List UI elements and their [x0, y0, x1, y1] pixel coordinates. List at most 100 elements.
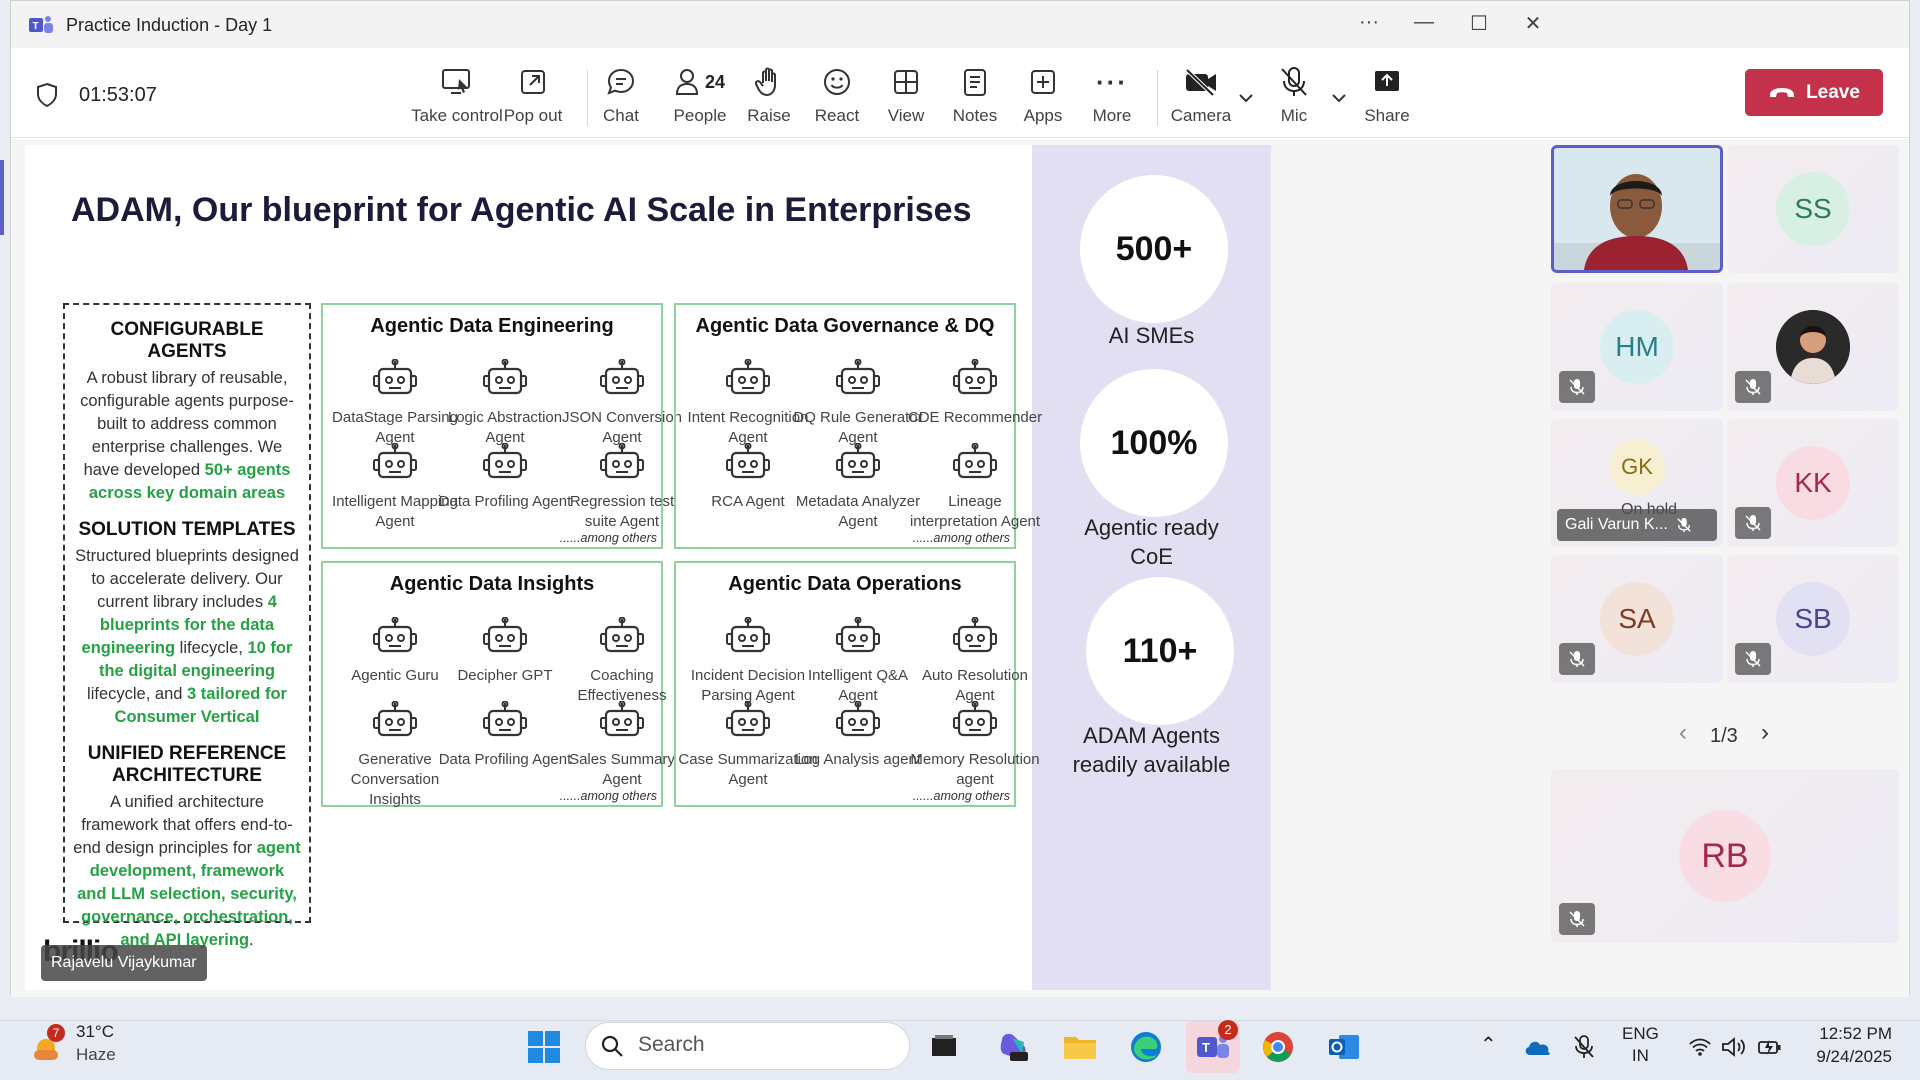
participant-tile[interactable]: HM	[1551, 283, 1723, 411]
clock[interactable]: 12:52 PM 9/24/2025	[1796, 1024, 1892, 1067]
robot-icon	[836, 700, 880, 737]
task-view-button[interactable]	[922, 1025, 966, 1069]
muted-mic-icon	[1735, 371, 1771, 403]
robot-icon	[600, 442, 644, 479]
agent-item: Memory Resolution agent	[905, 700, 1045, 790]
stats-panel: 500+ AI SMEs 100% Agentic ready CoE 110+…	[1032, 145, 1271, 990]
muted-mic-icon	[1559, 643, 1595, 675]
battery-button[interactable]	[1748, 1025, 1792, 1069]
stat-label: ADAM Agents readily available	[1072, 723, 1231, 777]
pop-out-icon	[521, 70, 545, 94]
ellipsis-icon: ···	[1096, 66, 1128, 97]
category-title: Agentic Data Operations	[728, 573, 962, 595]
more-button[interactable]: ··· More	[1062, 62, 1162, 132]
start-button[interactable]	[522, 1025, 566, 1069]
participant-tile-large[interactable]: RB	[1551, 769, 1899, 943]
maximize-button[interactable]: ☐	[1459, 11, 1499, 36]
among-others-note: ......among others	[559, 531, 657, 545]
robot-icon	[726, 358, 770, 395]
stat-value: 110+	[1086, 577, 1234, 725]
robot-icon	[836, 358, 880, 395]
onedrive-button[interactable]	[1516, 1025, 1560, 1069]
robot-icon	[836, 616, 880, 653]
take-control-icon	[442, 69, 470, 94]
muted-mic-icon	[1559, 903, 1595, 935]
sidebar-accent	[0, 160, 4, 235]
robot-icon	[953, 616, 997, 653]
chrome-icon	[1263, 1032, 1293, 1062]
m365-copilot-icon	[1000, 1033, 1028, 1061]
outlook-icon	[1329, 1035, 1359, 1059]
file-explorer-button[interactable]	[1058, 1025, 1102, 1069]
solution-templates-text: Structured blueprints designed to accele…	[75, 547, 299, 726]
search-icon	[601, 1035, 623, 1057]
robot-icon	[483, 442, 527, 479]
robot-icon	[600, 700, 644, 737]
teams-meeting-window: T Practice Induction - Day 1 ··· — ☐ ✕ 0…	[10, 0, 1910, 997]
stat-value: 100%	[1080, 369, 1228, 517]
minimize-button[interactable]: —	[1404, 11, 1444, 34]
edge-browser-button[interactable]	[1124, 1025, 1168, 1069]
mic-off-icon	[1281, 67, 1307, 96]
tray-mic-muted-button[interactable]	[1562, 1025, 1606, 1069]
presenter-name-tag: Rajavelu Vijaykumar	[41, 945, 207, 981]
pager-next-icon[interactable]: ›	[1761, 719, 1769, 747]
unified-architecture-text: A unified architecture framework that of…	[73, 793, 301, 949]
close-button[interactable]: ✕	[1513, 11, 1553, 36]
notification-badge: 7	[47, 1024, 65, 1042]
edge-icon	[1131, 1032, 1161, 1062]
participant-tile[interactable]: KK	[1727, 419, 1899, 547]
show-hidden-icons-chevron[interactable]: ⌃	[1480, 1032, 1497, 1057]
agent-name: Regression test suite Agent	[569, 493, 675, 530]
task-view-icon	[932, 1035, 956, 1056]
outlook-app-button[interactable]	[1322, 1025, 1366, 1069]
avatar: GK	[1609, 439, 1665, 495]
pager-prev-icon[interactable]: ‹	[1679, 719, 1687, 747]
chrome-browser-button[interactable]	[1256, 1025, 1300, 1069]
robot-icon	[953, 358, 997, 395]
share-button[interactable]: Share	[1337, 62, 1437, 132]
svg-text:T: T	[33, 21, 39, 32]
agent-name: Lineage interpretation Agent	[909, 493, 1041, 530]
participant-video-tile[interactable]	[1551, 145, 1723, 273]
agent-name: JSON Conversion Agent	[561, 409, 683, 446]
svg-text:T: T	[1202, 1040, 1210, 1055]
participant-tile[interactable]	[1727, 283, 1899, 411]
agent-item: Regression test suite Agent	[552, 442, 692, 532]
more-options-icon[interactable]: ···	[1349, 11, 1389, 34]
avatar: SA	[1600, 582, 1674, 656]
unified-architecture-heading: UNIFIED REFERENCE ARCHITECTURE	[87, 743, 287, 786]
avatar: SB	[1776, 582, 1850, 656]
muted-mic-icon	[1735, 507, 1771, 539]
agent-name: Auto Resolution Agent	[922, 667, 1028, 704]
robot-icon	[373, 700, 417, 737]
participant-tile[interactable]: SA	[1551, 555, 1723, 683]
slide-title: ADAM, Our blueprint for Agentic AI Scale…	[71, 191, 972, 229]
stat-label: AI SMEs	[1108, 323, 1195, 348]
robot-icon	[483, 358, 527, 395]
language-indicator[interactable]: ENG IN	[1622, 1024, 1659, 1066]
taskbar-search-box[interactable]	[585, 1022, 910, 1070]
participant-tile[interactable]: SB	[1727, 555, 1899, 683]
title-bar: T Practice Induction - Day 1 ··· — ☐ ✕	[11, 1, 1909, 48]
shield-icon	[37, 82, 57, 108]
agent-category-panel: Agentic Data Operations Incident Decision…	[674, 561, 1040, 807]
leave-button[interactable]: Leave	[1745, 69, 1883, 116]
teams-notification-badge: 2	[1218, 1020, 1238, 1040]
robot-icon	[726, 442, 770, 479]
robot-icon	[373, 442, 417, 479]
wifi-icon	[1689, 1038, 1711, 1056]
participant-tile[interactable]: SS	[1727, 145, 1899, 273]
agent-category-panel: Agentic Data Governance & DQ Intent Recog…	[674, 303, 1042, 549]
participant-name-tag: Gali Varun K...	[1557, 509, 1717, 541]
weather-temperature: 31°C	[76, 1022, 114, 1041]
avatar: KK	[1776, 446, 1850, 520]
battery-charging-icon	[1758, 1040, 1781, 1055]
robot-icon	[836, 442, 880, 479]
m365-app-button[interactable]	[991, 1025, 1035, 1069]
raise-hand-icon	[755, 67, 776, 97]
pop-out-button[interactable]: Pop out	[483, 62, 583, 132]
participant-tile[interactable]: GK On hold Gali Varun K...	[1551, 419, 1723, 547]
agent-item: Lineage interpretation Agent	[905, 442, 1045, 532]
people-icon	[675, 69, 698, 95]
